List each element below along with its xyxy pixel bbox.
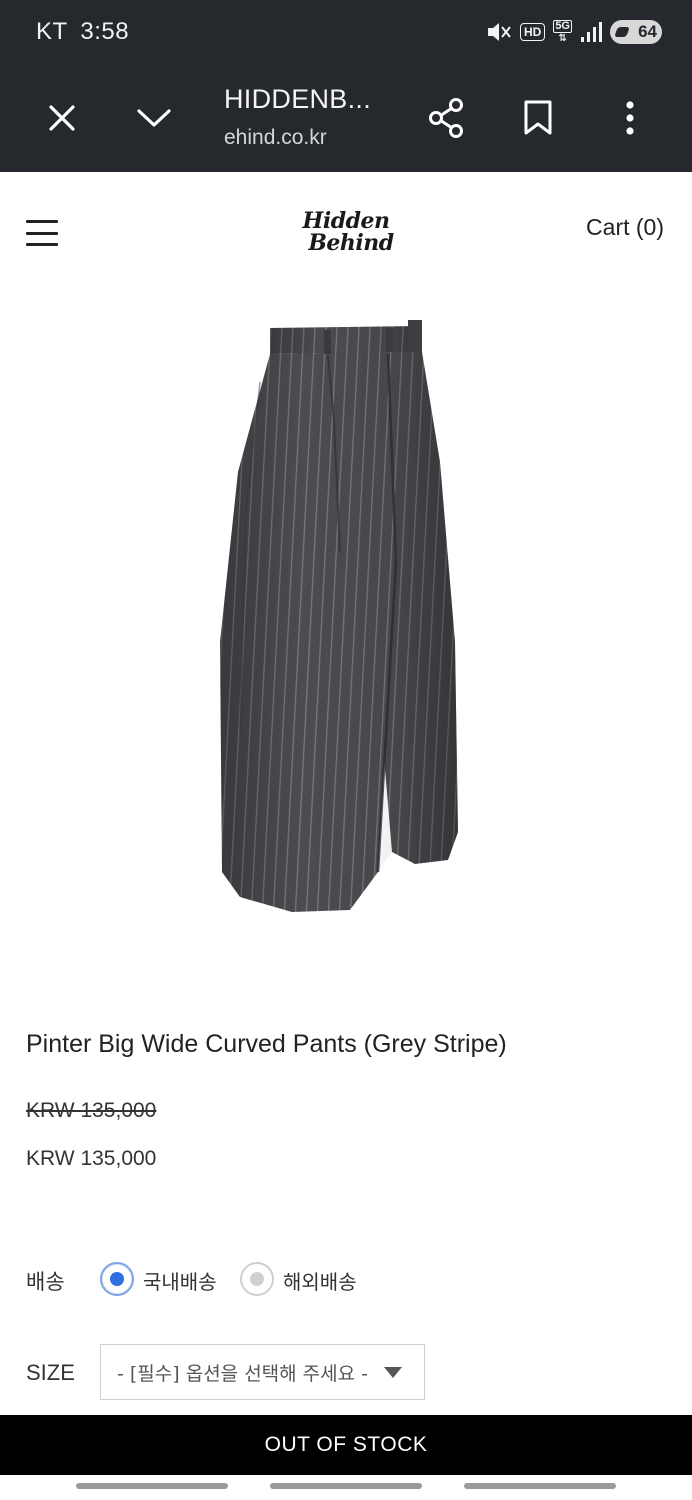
international-shipping-label[interactable]: 해외배송 <box>283 1266 357 1295</box>
browser-chrome: KT 3:58 HD 5G ⇅ 64 HIDDENB... ehind.co.k… <box>0 0 692 172</box>
cart-link[interactable]: Cart (0) <box>586 214 664 241</box>
nav-segment-left <box>76 1483 228 1489</box>
hd-badge: HD <box>519 23 546 41</box>
bookmark-icon <box>524 100 552 135</box>
shipping-options: 배송 국내배송 해외배송 <box>0 1258 692 1302</box>
status-carrier-time: KT 3:58 <box>36 18 129 46</box>
domestic-shipping-label[interactable]: 국내배송 <box>143 1266 217 1295</box>
bookmark-button[interactable] <box>514 94 562 142</box>
size-select-value: - [필수] 옵션을 선택해 주세요 - <box>117 1362 369 1385</box>
page-domain: ehind.co.kr <box>224 126 327 149</box>
close-button[interactable] <box>38 94 86 142</box>
battery-icon: 64 <box>610 20 662 44</box>
close-icon <box>49 105 75 131</box>
shipping-label: 배송 <box>26 1270 65 1294</box>
page-title: HIDDENB... <box>224 84 372 114</box>
custom-tab-toolbar: HIDDENB... ehind.co.kr <box>0 76 692 160</box>
size-select[interactable]: - [필수] 옵션을 선택해 주세요 - <box>100 1344 425 1400</box>
hamburger-menu-icon[interactable] <box>26 220 58 246</box>
logo-line-1: Hidden <box>302 208 390 234</box>
collapse-button[interactable] <box>130 94 178 142</box>
chevron-down-icon <box>137 109 171 127</box>
nav-segment-right <box>464 1483 616 1489</box>
radio-domestic-shipping[interactable] <box>100 1262 134 1296</box>
nav-segment-center[interactable] <box>270 1483 422 1489</box>
carrier-label: KT <box>36 18 68 45</box>
dropdown-caret-icon <box>384 1367 402 1378</box>
product-name: Pinter Big Wide Curved Pants (Grey Strip… <box>26 1030 507 1058</box>
sale-price: KRW 135,000 <box>26 1147 157 1170</box>
size-label: SIZE <box>26 1360 75 1385</box>
status-icons: HD 5G ⇅ 64 <box>486 18 662 46</box>
more-button[interactable] <box>606 94 654 142</box>
product-image[interactable] <box>200 312 480 922</box>
original-price: KRW 135,000 <box>26 1099 157 1122</box>
gesture-nav-bar <box>0 1475 692 1500</box>
share-button[interactable] <box>422 94 470 142</box>
site-header: Hidden Behind Cart (0) <box>0 172 692 292</box>
site-logo[interactable]: Hidden Behind <box>290 210 402 254</box>
signal-icon <box>581 22 602 42</box>
more-vertical-icon <box>626 101 634 135</box>
clock: 3:58 <box>80 18 130 45</box>
size-option-row: SIZE - [필수] 옵션을 선택해 주세요 - <box>0 1344 692 1400</box>
mute-icon <box>487 23 511 41</box>
network-badge: 5G ⇅ <box>553 20 572 44</box>
out-of-stock-button[interactable]: OUT OF STOCK <box>0 1415 692 1475</box>
radio-international-shipping[interactable] <box>240 1262 274 1296</box>
battery-level: 64 <box>638 22 657 41</box>
product-photo-pants <box>220 320 458 912</box>
logo-line-2: Behind <box>308 230 394 256</box>
share-icon <box>429 98 463 138</box>
